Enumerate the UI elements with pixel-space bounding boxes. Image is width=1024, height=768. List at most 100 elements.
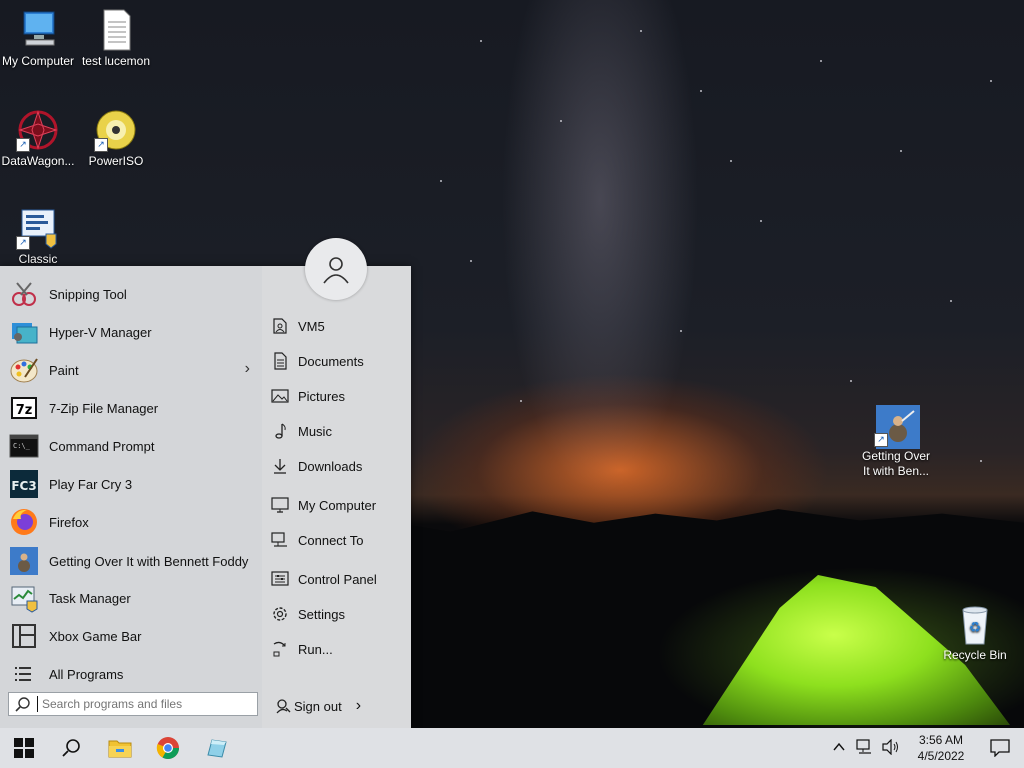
desktop-icon-test-lucemon[interactable]: test lucemon [78, 8, 154, 68]
gear-icon [270, 604, 290, 624]
program-label: Getting Over It with Bennett Foddy [49, 553, 249, 569]
program-task-manager[interactable]: Task Manager [8, 580, 258, 616]
document-icon [94, 8, 138, 52]
desktop-icon-label: Getting Over It with Ben... [861, 449, 931, 478]
taskbar-search-button[interactable] [48, 728, 96, 768]
getting-over-it-icon: ↗ [874, 403, 920, 449]
7zip-icon: 7z [8, 392, 40, 424]
terminal-icon: C:\_ [8, 430, 40, 462]
place-label: Documents [298, 353, 364, 369]
svg-text:C:\_: C:\_ [13, 442, 31, 450]
network-icon [270, 530, 290, 550]
program-firefox[interactable]: Firefox [8, 504, 258, 540]
place-label: Downloads [298, 458, 363, 474]
place-control-panel[interactable]: Control Panel [270, 565, 410, 593]
download-icon [270, 456, 290, 476]
program-snipping-tool[interactable]: Snipping Tool [8, 276, 258, 312]
chevron-right-icon[interactable]: › [356, 697, 361, 715]
list-icon [8, 658, 40, 690]
place-my-computer[interactable]: My Computer [270, 491, 410, 519]
shortcut-arrow-icon: ↗ [16, 138, 30, 152]
sign-out-icon [272, 698, 294, 714]
search-input[interactable] [37, 696, 244, 712]
place-label: Settings [298, 606, 345, 622]
firefox-icon [8, 506, 40, 538]
program-label: Snipping Tool [49, 286, 127, 302]
program-label: Firefox [49, 514, 89, 530]
desktop-icon-datawagon[interactable]: ↗ DataWagon... [0, 108, 76, 168]
place-documents[interactable]: Documents [270, 347, 410, 375]
user-folder-icon [270, 316, 290, 336]
program-command-prompt[interactable]: C:\_ Command Prompt [8, 428, 258, 464]
chevron-up-icon[interactable] [826, 740, 852, 757]
desktop-icon-label: My Computer [1, 54, 75, 68]
place-connect-to[interactable]: Connect To [270, 526, 410, 554]
desktop-icon-getting-over-it[interactable]: ↗ Getting Over It with Ben... [858, 403, 934, 479]
clock[interactable]: 3:56 AM 4/5/2022 [906, 732, 976, 764]
place-label: Run... [298, 641, 333, 657]
start-button[interactable] [0, 728, 48, 768]
places-list: VM5 Documents Pictures Music Downloads M… [262, 266, 411, 728]
farcry3-icon: FC3 [8, 468, 40, 500]
program-hyper-v-manager[interactable]: Hyper-V Manager [8, 314, 258, 350]
program-label: 7-Zip File Manager [49, 400, 159, 416]
sign-out-button[interactable]: Sign out › [272, 694, 402, 718]
desktop-icon-label: test lucemon [81, 54, 151, 68]
recycle-bin-icon: ♻ [953, 602, 997, 646]
scissors-icon [8, 278, 40, 310]
user-avatar[interactable] [305, 238, 367, 300]
palette-icon [8, 354, 40, 386]
all-programs-button[interactable]: All Programs [8, 656, 258, 692]
user-icon [323, 257, 349, 284]
file-explorer-icon [108, 740, 132, 758]
desktop-icon-recycle-bin[interactable]: ♻ Recycle Bin [937, 602, 1013, 662]
shortcut-arrow-icon: ↗ [874, 433, 888, 447]
svg-text:♻: ♻ [969, 620, 982, 636]
computer-icon [16, 8, 60, 52]
svg-text:FC3: FC3 [11, 479, 36, 493]
desktop-icon-label: PowerISO [88, 154, 144, 168]
getting-over-it-icon [8, 545, 40, 577]
place-downloads[interactable]: Downloads [270, 452, 410, 480]
shortcut-arrow-icon: ↗ [16, 236, 30, 250]
network-icon[interactable] [852, 738, 878, 758]
program-label: Hyper-V Manager [49, 324, 152, 340]
place-vm5[interactable]: VM5 [270, 312, 410, 340]
desktop-icon-poweriso[interactable]: ↗ PowerISO [78, 108, 154, 168]
place-pictures[interactable]: Pictures [270, 382, 410, 410]
place-run[interactable]: Run... [270, 635, 410, 663]
place-label: Control Panel [298, 571, 377, 587]
clock-time: 3:56 AM [918, 733, 964, 747]
classic-shell-icon [207, 739, 227, 758]
notification-icon [990, 739, 1010, 757]
notification-center-button[interactable] [976, 739, 1024, 757]
desktop-icon-classic[interactable]: ↗ Classic [0, 206, 76, 266]
system-tray: 3:56 AM 4/5/2022 [826, 728, 1024, 768]
desktop-icon-my-computer[interactable]: My Computer [0, 8, 76, 68]
start-search-box[interactable] [8, 692, 258, 716]
program-label: Play Far Cry 3 [49, 476, 133, 492]
desktop-icon-label: Classic [18, 252, 58, 266]
program-xbox-game-bar[interactable]: Xbox Game Bar [8, 618, 258, 654]
chevron-right-icon: › [244, 360, 250, 377]
chrome-button[interactable] [144, 728, 192, 768]
program-paint[interactable]: Paint › [8, 352, 258, 388]
taskbar: 3:56 AM 4/5/2022 [0, 728, 1024, 768]
place-settings[interactable]: Settings [270, 600, 410, 628]
program-label: Xbox Game Bar [49, 628, 142, 644]
start-menu: Snipping Tool Hyper-V Manager Paint › 7z… [0, 266, 411, 728]
monitor-icon [270, 495, 290, 515]
clock-date: 4/5/2022 [917, 749, 965, 763]
shortcut-arrow-icon: ↗ [94, 138, 108, 152]
xbox-icon [8, 620, 40, 652]
disc-icon: ↗ [94, 108, 138, 152]
program-getting-over-it[interactable]: Getting Over It with Bennett Foddy [8, 542, 258, 580]
place-music[interactable]: Music [270, 417, 410, 445]
program-7zip[interactable]: 7z 7-Zip File Manager [8, 390, 258, 426]
program-far-cry-3[interactable]: FC3 Play Far Cry 3 [8, 466, 258, 502]
place-label: Pictures [298, 388, 345, 404]
volume-icon[interactable] [878, 738, 906, 758]
windows-logo-icon [14, 738, 34, 758]
file-explorer-button[interactable] [96, 728, 144, 768]
classic-shell-button[interactable] [192, 728, 240, 768]
